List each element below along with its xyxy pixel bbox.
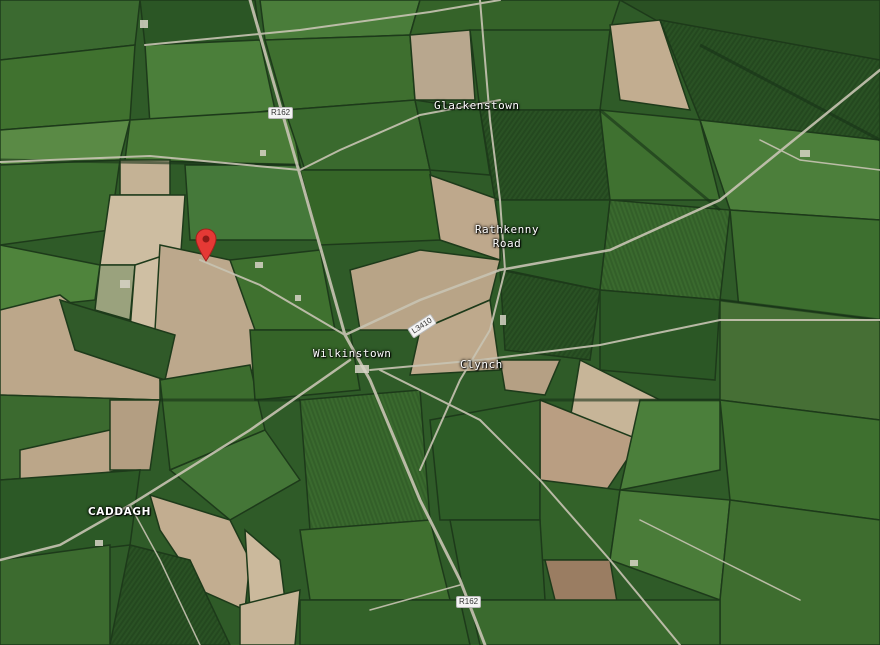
place-label-clynch[interactable]: Clynch — [460, 358, 503, 372]
place-label-rathkenny-line1: Rathkenny — [474, 223, 540, 236]
place-label-rathkenny-road[interactable]: Rathkenny Road — [473, 223, 541, 251]
road-shield-r162-north: R162 — [268, 107, 294, 119]
satellite-imagery — [0, 0, 880, 645]
road-shield-r162-south: R162 — [456, 596, 482, 608]
satellite-map[interactable]: Glackenstown Rathkenny Road Wilkinstown … — [0, 0, 880, 645]
place-label-glackenstown[interactable]: Glackenstown — [434, 99, 519, 113]
map-pin-icon[interactable] — [195, 228, 217, 262]
place-label-caddagh[interactable]: CADDAGH — [88, 505, 151, 519]
place-label-rathkenny-line2: Road — [492, 237, 522, 250]
place-label-wilkinstown[interactable]: Wilkinstown — [313, 347, 391, 361]
